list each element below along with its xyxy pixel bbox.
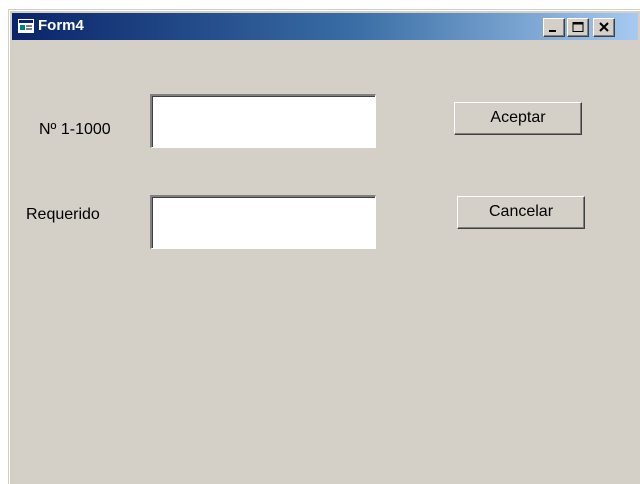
number-range-label: Nº 1-1000 bbox=[39, 121, 111, 138]
form-window-icon[interactable] bbox=[18, 19, 34, 33]
required-input[interactable] bbox=[150, 195, 376, 249]
maximize-button[interactable] bbox=[567, 18, 589, 37]
required-label: Requerido bbox=[26, 206, 100, 223]
title-bar[interactable]: Form4 bbox=[12, 13, 638, 40]
maximize-icon bbox=[572, 22, 584, 32]
number-input[interactable] bbox=[150, 94, 376, 148]
minimize-button[interactable] bbox=[543, 18, 565, 37]
close-button[interactable] bbox=[593, 18, 615, 37]
form4-window: Form4 Nº 1-1000 Requerido Aceptar Cancel… bbox=[8, 9, 640, 484]
minimize-icon bbox=[549, 30, 556, 32]
cancel-button[interactable]: Cancelar bbox=[457, 196, 585, 229]
accept-button[interactable]: Aceptar bbox=[454, 102, 582, 135]
window-title: Form4 bbox=[38, 17, 84, 34]
close-icon bbox=[599, 22, 609, 32]
